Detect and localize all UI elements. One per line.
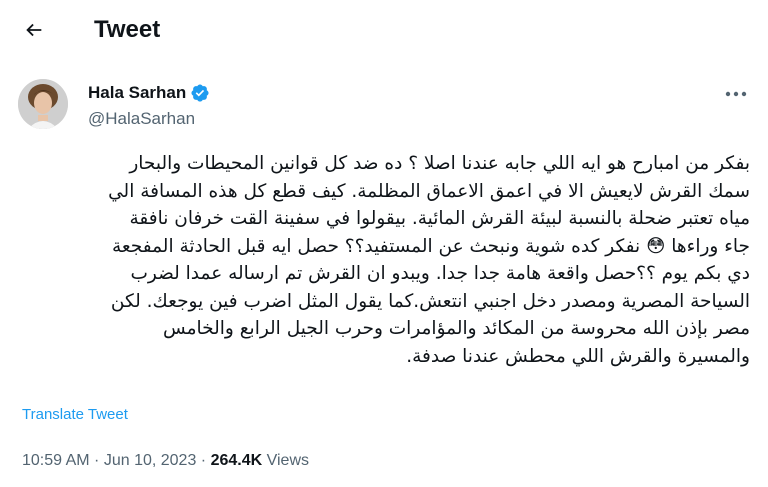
page-title: Tweet xyxy=(94,16,161,43)
author-name-row: Hala Sarhan xyxy=(88,82,210,104)
tweet-text: بفكر من امبارح هو ايه اللي جابه عندنا اص… xyxy=(18,150,750,370)
arrow-left-icon xyxy=(26,23,42,37)
tweet-line: بفكر من امبارح هو ايه اللي جابه عندنا اص… xyxy=(129,153,750,174)
tweet-line: مياه تعتبر ضحلة بالنسبة لبيئة القرش الما… xyxy=(129,208,750,229)
avatar-image xyxy=(18,79,68,129)
translate-tweet-link[interactable]: Translate Tweet xyxy=(22,405,128,425)
author-handle[interactable]: @HalaSarhan xyxy=(88,108,195,130)
tweet-date[interactable]: Jun 10, 2023 xyxy=(104,452,197,469)
back-button[interactable] xyxy=(16,12,52,48)
meta-separator: · xyxy=(89,452,104,469)
author-name[interactable]: Hala Sarhan xyxy=(88,82,186,104)
avatar[interactable] xyxy=(18,79,68,129)
tweet-meta: 10:59 AM · Jun 10, 2023 · 264.4K Views xyxy=(22,450,309,472)
tweet-line: السياحة المصرية ومصدر دخل اجنبي انتعش.كم… xyxy=(110,290,750,312)
views-label: Views xyxy=(262,452,310,469)
more-options-button[interactable] xyxy=(724,84,748,104)
tweet-line: والمسيرة والقرش اللي محطش عندنا صدفة. xyxy=(406,345,750,367)
tweet-line: سمك القرش لايعيش الا في اعمق الاعماق الم… xyxy=(108,180,750,202)
tweet-time[interactable]: 10:59 AM xyxy=(22,452,90,469)
views-count: 264.4K xyxy=(210,452,263,469)
tweet-line: جاء وراءها 😳 نفكر كده شوية ونبحث عن المس… xyxy=(111,235,750,257)
tweet-line: دي بكم يوم ؟؟حصل واقعة هامة جدا جدا. ويب… xyxy=(130,263,750,284)
tweet-header: Tweet xyxy=(0,0,768,62)
verified-badge-icon xyxy=(190,83,210,103)
tweet-line: مصر بإذن الله محروسة من المكائد والمؤامر… xyxy=(163,318,750,339)
meta-separator: · xyxy=(196,452,211,469)
more-dots-icon xyxy=(725,91,747,97)
